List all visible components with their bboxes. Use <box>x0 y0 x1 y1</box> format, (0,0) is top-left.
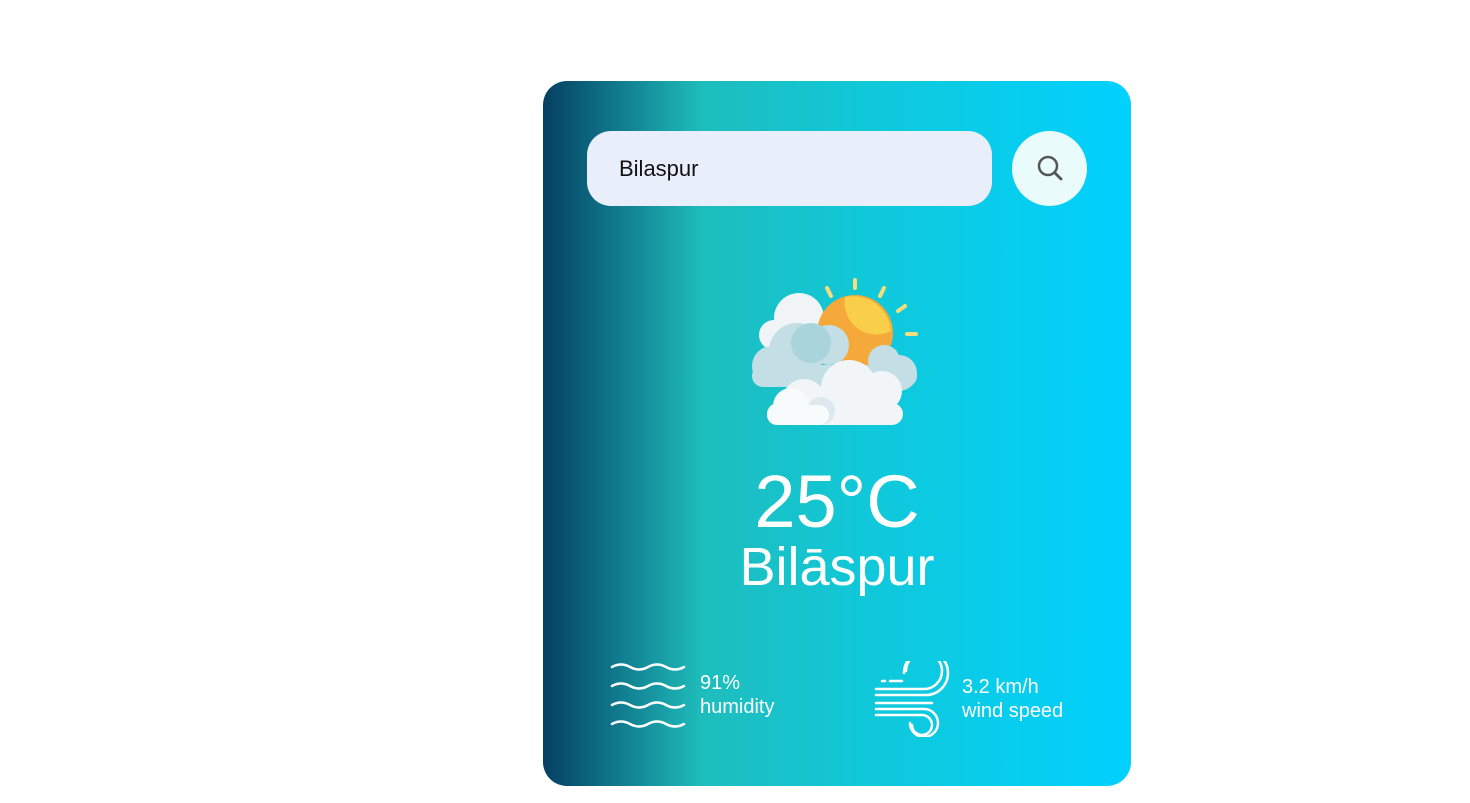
weather-card: 25°C Bilāspur 91% humidity <box>543 81 1131 786</box>
wind-label: wind speed <box>962 700 1064 722</box>
temperature: 25°C <box>754 460 920 543</box>
humidity-text: 91% humidity <box>700 671 774 719</box>
search-input[interactable] <box>587 131 992 206</box>
wind-icon <box>874 661 950 737</box>
partly-cloudy-icon <box>752 278 918 425</box>
search-bar <box>587 131 1087 206</box>
humidity-label: humidity <box>700 696 775 718</box>
wind-text: 3.2 km/h wind speed <box>962 675 1063 723</box>
wind-value: 3.2 km/h <box>962 676 1039 698</box>
search-icon <box>1037 155 1062 180</box>
humidity-icon <box>610 663 686 728</box>
humidity-value: 91% <box>700 672 741 694</box>
wind-stat: 3.2 km/h wind speed <box>872 661 1063 737</box>
search-button[interactable] <box>1012 131 1087 206</box>
city-name: Bilāspur <box>739 537 935 597</box>
humidity-stat: 91% humidity <box>610 661 774 729</box>
